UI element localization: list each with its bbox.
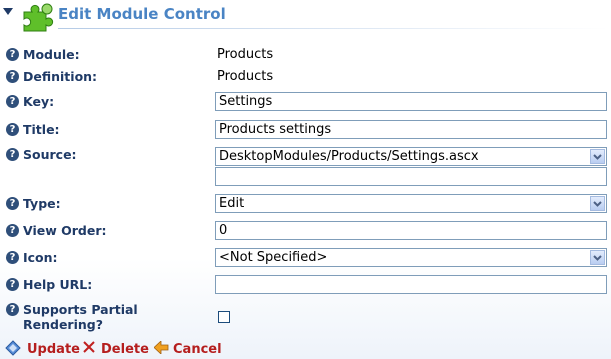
help-icon[interactable]: ? [6, 48, 19, 61]
help-icon[interactable]: ? [6, 70, 19, 83]
icon-label: Icon: [23, 250, 58, 265]
chevron-down-icon[interactable] [590, 196, 605, 211]
chevron-down-icon[interactable] [590, 250, 605, 265]
help-icon[interactable]: ? [6, 303, 19, 316]
help-icon[interactable]: ? [6, 197, 19, 210]
view-order-input[interactable]: 0 [215, 221, 607, 240]
page-title: Edit Module Control [58, 5, 226, 23]
cancel-button[interactable]: Cancel [173, 342, 222, 357]
action-bar: Update Delete Cancel [0, 340, 611, 359]
header-divider [58, 28, 609, 29]
help-icon[interactable]: ? [6, 278, 19, 291]
source-select[interactable]: DesktopModules/Products/Settings.ascx [215, 147, 607, 166]
icon-select[interactable]: <Not Specified> [215, 248, 607, 267]
partial-rendering-label: Supports Partial Rendering? [23, 302, 138, 332]
cancel-arrow-icon[interactable] [154, 341, 169, 354]
module-value: Products [217, 47, 274, 62]
help-url-label: Help URL: [23, 277, 93, 292]
collapse-arrow-icon[interactable] [3, 8, 13, 16]
help-icon[interactable]: ? [6, 224, 19, 237]
update-icon[interactable] [4, 340, 22, 356]
source-text-input[interactable] [215, 167, 607, 186]
module-label: Module: [23, 47, 80, 62]
module-header: Edit Module Control [0, 0, 611, 32]
type-label: Type: [23, 196, 61, 211]
delete-button[interactable]: Delete [101, 342, 149, 357]
help-icon[interactable]: ? [6, 95, 19, 108]
help-icon[interactable]: ? [6, 148, 19, 161]
definition-value: Products [217, 69, 274, 84]
key-input[interactable]: Settings [215, 92, 607, 111]
help-icon[interactable]: ? [6, 123, 19, 136]
view-order-label: View Order: [23, 223, 107, 238]
type-selected-value: Edit [219, 196, 245, 211]
icon-selected-value: <Not Specified> [219, 250, 328, 265]
title-label: Title: [23, 122, 60, 137]
help-icon[interactable]: ? [6, 251, 19, 264]
title-input[interactable]: Products settings [215, 120, 607, 139]
partial-rendering-checkbox[interactable] [218, 311, 230, 323]
source-selected-value: DesktopModules/Products/Settings.ascx [219, 149, 479, 164]
delete-icon[interactable] [83, 341, 95, 353]
definition-label: Definition: [23, 69, 98, 84]
chevron-down-icon[interactable] [590, 149, 605, 164]
module-puzzle-icon [23, 3, 54, 32]
type-select[interactable]: Edit [215, 194, 607, 213]
update-button[interactable]: Update [27, 342, 80, 357]
key-label: Key: [23, 94, 55, 109]
help-url-input[interactable] [215, 275, 607, 294]
source-label: Source: [23, 147, 77, 162]
